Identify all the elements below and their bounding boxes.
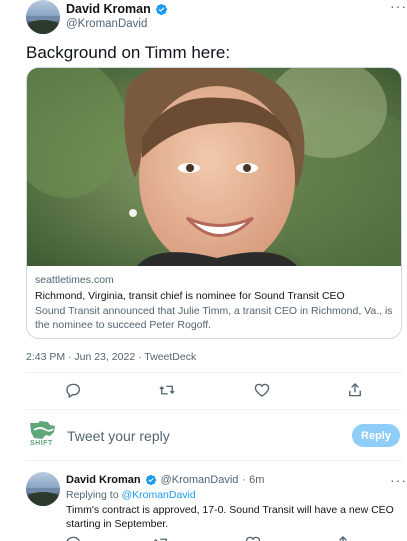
card-title: Richmond, Virginia, transit chief is nom… — [35, 290, 345, 302]
reply-time[interactable]: · 6m — [242, 474, 264, 486]
tweet-timestamp[interactable]: 2:43 PM · Jun 23, 2022 · TweetDeck — [26, 351, 196, 363]
like-icon[interactable] — [253, 381, 271, 399]
reply-author-name[interactable]: David Kroman — [66, 474, 141, 486]
reply-text-line: Timm's contract is approved, 17-0. Sound… — [66, 504, 394, 516]
reply-more-options-icon[interactable]: ··· — [390, 472, 407, 488]
card-description: Sound Transit announced that Julie Timm,… — [35, 305, 393, 331]
divider — [26, 409, 402, 410]
card-image — [27, 68, 401, 266]
reply-header: David Kroman @KromanDavid · 6m Replying … — [66, 474, 264, 501]
shift-logo-text: SHIFT — [30, 440, 53, 447]
replying-prefix: Replying to — [66, 489, 119, 501]
replying-to: Replying to @KromanDavid — [66, 489, 264, 501]
shift-logo: SHIFT — [28, 420, 58, 450]
divider — [26, 460, 402, 461]
author-info: David Kroman @KromanDavid — [66, 2, 168, 30]
more-options-icon[interactable]: ··· — [390, 0, 407, 14]
verified-badge-icon — [145, 474, 156, 486]
reply-input[interactable]: Tweet your reply — [67, 428, 170, 444]
reply-tweet-share-icon[interactable] — [334, 534, 352, 541]
link-card[interactable]: seattletimes.com Richmond, Virginia, tra… — [26, 67, 402, 339]
reply-author-handle: @KromanDavid — [160, 474, 239, 486]
card-meta: seattletimes.com Richmond, Virginia, tra… — [35, 274, 393, 332]
share-icon[interactable] — [346, 381, 364, 399]
reply-tweet-reply-icon[interactable] — [64, 534, 82, 541]
reply-author-avatar[interactable] — [26, 472, 60, 506]
reply-tweet-retweet-icon[interactable] — [152, 534, 170, 541]
author-avatar[interactable] — [26, 0, 60, 34]
divider — [26, 372, 402, 373]
tweet-text: Background on Timm here: — [26, 43, 231, 62]
reply-text: Timm's contract is approved, 17-0. Sound… — [66, 503, 394, 531]
reply-button[interactable]: Reply — [352, 424, 400, 447]
card-domain: seattletimes.com — [35, 274, 114, 286]
author-handle: @KromanDavid — [66, 18, 148, 30]
reply-text-line: starting in September. — [66, 518, 169, 530]
verified-badge-icon — [155, 3, 167, 15]
reply-icon[interactable] — [64, 381, 82, 399]
reply-tweet-like-icon[interactable] — [244, 534, 262, 541]
author-name[interactable]: David Kroman — [66, 2, 151, 16]
retweet-icon[interactable] — [158, 381, 176, 399]
replying-to-link[interactable]: @KromanDavid — [121, 489, 195, 501]
